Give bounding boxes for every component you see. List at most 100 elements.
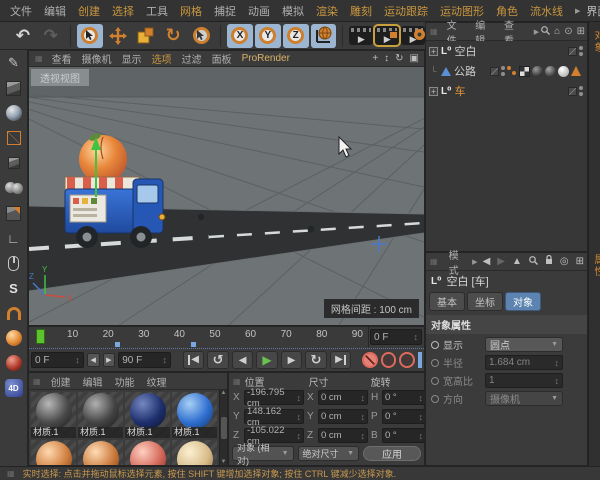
radio-icon[interactable]: [431, 359, 439, 367]
menubar-item-4[interactable]: 工具: [140, 0, 174, 22]
material-thumbnail[interactable]: 材质.1: [31, 392, 76, 438]
prev-key-button[interactable]: ↺: [207, 351, 228, 369]
tab-object[interactable]: 对象: [505, 292, 541, 311]
spinner-icon[interactable]: ↕: [555, 376, 560, 386]
keyframe-marker[interactable]: [115, 342, 120, 347]
phong-tag-icon[interactable]: [507, 66, 517, 76]
size-mode-dropdown[interactable]: 绝对尺寸▼: [298, 446, 360, 461]
scroll-thumb[interactable]: [221, 417, 227, 439]
autokey-button[interactable]: ( ): [381, 352, 397, 368]
spinner-icon[interactable]: ↕: [555, 358, 560, 368]
orientation-dropdown[interactable]: 摄像机▼: [485, 391, 563, 406]
material-scrollbar[interactable]: ▲ ▼: [219, 390, 227, 465]
pos-y-field[interactable]: 148.162 cm↕: [244, 409, 304, 424]
object-row-null[interactable]: + L⁰ 空白: [426, 41, 587, 61]
material-thumbnail[interactable]: 材质.1: [172, 392, 217, 438]
add-cube-tool[interactable]: [4, 78, 24, 98]
size-y-field[interactable]: 0 cm↕: [318, 409, 368, 424]
visibility-dots[interactable]: [579, 86, 583, 96]
sculpt-tool[interactable]: S: [4, 278, 24, 298]
eye-icon[interactable]: ⊙: [562, 26, 574, 37]
visibility-dots[interactable]: [501, 66, 505, 76]
zoom-view-icon[interactable]: ↕: [381, 53, 392, 64]
material-thumbnail[interactable]: [125, 440, 170, 465]
paint-material-tool[interactable]: [4, 328, 24, 348]
radio-icon[interactable]: [431, 341, 439, 349]
undo-button[interactable]: ↶: [10, 24, 36, 48]
mat-menu-texture[interactable]: 纹理: [141, 373, 173, 390]
next-frame-button[interactable]: ▶: [281, 351, 302, 369]
powerslider-handle[interactable]: [418, 352, 422, 368]
redo-button[interactable]: ↷: [38, 24, 64, 48]
lock-icon[interactable]: [542, 255, 556, 268]
pan-view-icon[interactable]: +: [369, 53, 381, 64]
drag-handle-icon[interactable]: ▦: [430, 27, 438, 36]
scroll-up-icon[interactable]: ▲: [221, 390, 227, 396]
array-tool[interactable]: [4, 178, 24, 198]
menubar-item-9[interactable]: 渲染: [310, 0, 344, 22]
search-icon[interactable]: [539, 26, 552, 38]
expand-icon[interactable]: +: [429, 47, 438, 56]
drag-handle-icon[interactable]: ▦: [35, 54, 43, 63]
radio-icon[interactable]: [431, 377, 439, 385]
live-selection-button[interactable]: [77, 24, 103, 48]
apply-button[interactable]: 应用: [363, 446, 421, 461]
mat-menu-create[interactable]: 创建: [45, 373, 77, 390]
display-dropdown[interactable]: 圆点▼: [485, 337, 563, 352]
next-key-button[interactable]: ↻: [305, 351, 326, 369]
workplane-axis-tool[interactable]: ∟: [4, 228, 24, 248]
mouse-mode-tool[interactable]: [4, 253, 24, 273]
material-thumbnail[interactable]: [172, 440, 217, 465]
menubar-item-3[interactable]: 选择: [106, 0, 140, 22]
range-prev-button[interactable]: ◀: [87, 353, 100, 367]
spinner-icon[interactable]: ↕: [75, 355, 80, 365]
rot-h-field[interactable]: 0 °↕: [382, 390, 426, 405]
object-name[interactable]: 空白: [455, 43, 477, 59]
position-mode-dropdown[interactable]: 对象 (相对)▼: [232, 446, 294, 461]
record-keyframe-button[interactable]: [362, 352, 378, 368]
tab-coordinates[interactable]: 坐标: [467, 292, 503, 311]
texture-tag-icon[interactable]: [519, 66, 530, 77]
object-name[interactable]: 公路: [454, 63, 476, 79]
bodypaint-tool[interactable]: [4, 353, 24, 373]
pos-x-field[interactable]: -196.795 cm↕: [244, 390, 304, 405]
add-panel-icon[interactable]: ⊞: [575, 26, 587, 37]
spinner-icon[interactable]: ↕: [414, 332, 419, 342]
radius-field[interactable]: 1.684 cm↕: [485, 355, 563, 370]
tab-basic[interactable]: 基本: [429, 292, 465, 311]
radio-icon[interactable]: [431, 395, 439, 403]
menubar-item-0[interactable]: 文件: [4, 0, 38, 22]
visibility-dots[interactable]: [579, 46, 583, 56]
material-tag-icon[interactable]: [558, 66, 569, 77]
vp-menu-display[interactable]: 显示: [117, 50, 147, 67]
subdivision-surface-tool[interactable]: [4, 128, 24, 148]
render-picture-viewer-button[interactable]: ▶: [375, 26, 399, 45]
track-target-icon[interactable]: ◎: [557, 256, 572, 267]
menubar-item-7[interactable]: 动画: [242, 0, 276, 22]
material-thumbnail[interactable]: [31, 440, 76, 465]
keyframe-marker[interactable]: [191, 342, 196, 347]
material-thumbnail[interactable]: 材质.1: [125, 392, 170, 438]
render-view-button[interactable]: ▶: [349, 26, 373, 45]
menubar-item-14[interactable]: 流水线: [524, 0, 569, 22]
add-panel-icon[interactable]: ⊞: [573, 256, 587, 267]
material-thumbnail[interactable]: [78, 440, 123, 465]
rot-b-field[interactable]: 0 °↕: [382, 428, 426, 443]
play-button[interactable]: ▶: [256, 351, 277, 369]
vp-menu-prorender[interactable]: ProRender: [237, 52, 295, 65]
axis-y-lock-button[interactable]: Y: [255, 24, 281, 48]
menubar-item-2[interactable]: 创建: [72, 0, 106, 22]
magnet-snap-tool[interactable]: [4, 303, 24, 323]
menubar-item-6[interactable]: 捕捉: [208, 0, 242, 22]
size-z-field[interactable]: 0 cm↕: [318, 428, 368, 443]
range-start-field[interactable]: 0 F ↕: [31, 352, 84, 368]
timeline-ruler[interactable]: 0 10 20 30 40 50 60 70 80 90: [29, 327, 369, 347]
size-x-field[interactable]: 0 cm↕: [318, 390, 368, 405]
enable-toggle[interactable]: [490, 67, 499, 76]
object-row-car[interactable]: + L⁰ 车: [426, 81, 587, 101]
spinner-icon[interactable]: ↕: [163, 355, 168, 365]
drag-handle-icon[interactable]: ▦: [233, 377, 241, 386]
current-frame-field[interactable]: 0 F ↕: [370, 329, 422, 345]
toggle-view-icon[interactable]: ▣: [407, 53, 422, 64]
mat-menu-edit[interactable]: 编辑: [77, 373, 109, 390]
